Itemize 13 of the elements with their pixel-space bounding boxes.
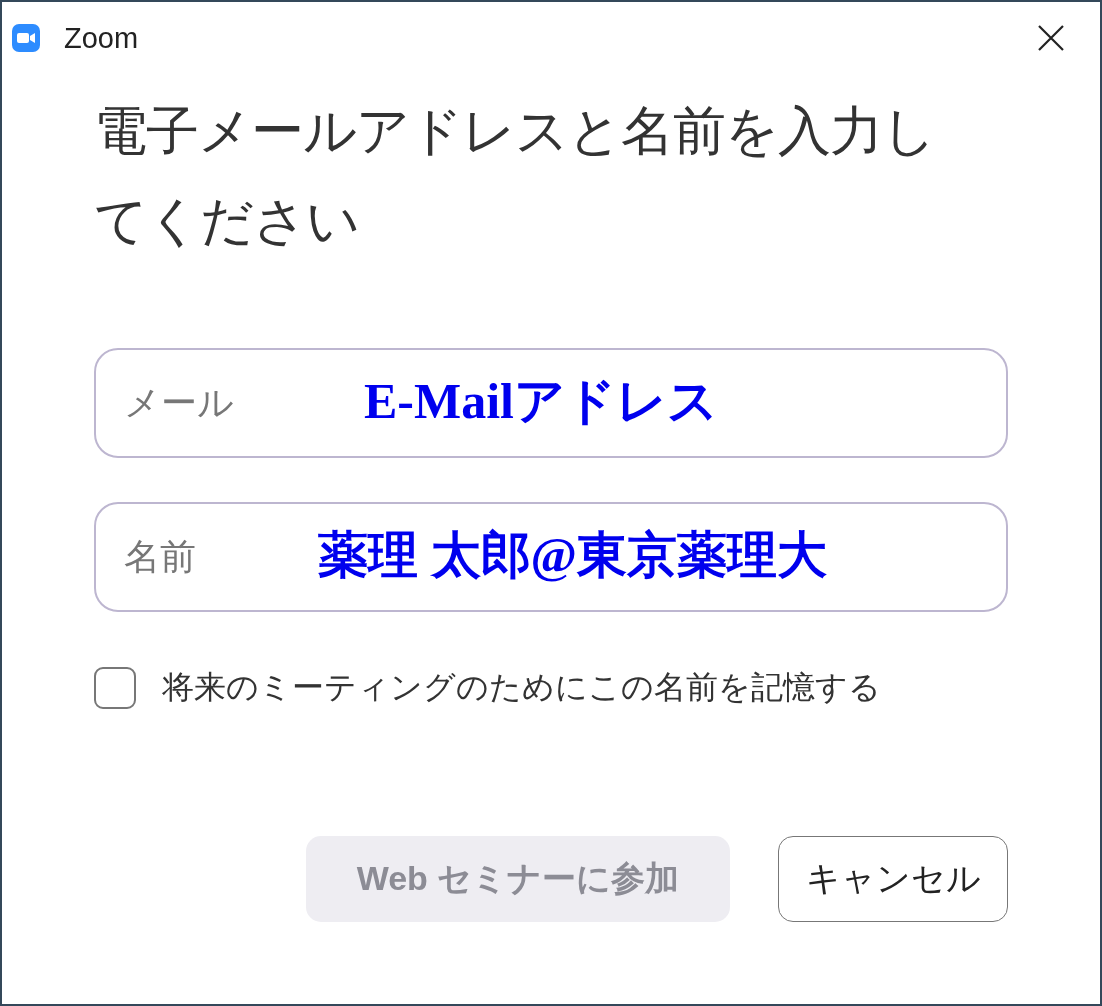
checkbox-label: 将来のミーティングのためにこの名前を記憶する — [162, 668, 881, 707]
input-field[interactable]: メール E-Mailアドレス — [94, 348, 1008, 458]
cancel-button[interactable]: キャンセル — [778, 836, 1008, 922]
window-title: Zoom — [64, 21, 139, 55]
video-camera-icon — [12, 24, 40, 52]
placeholder-text: メール — [124, 380, 234, 425]
checkbox[interactable] — [94, 667, 136, 709]
dialog-heading: 電子メールアドレスと名前を入力してください — [94, 100, 936, 252]
placeholder-text: 名前 — [124, 534, 196, 579]
close-icon[interactable] — [1038, 25, 1064, 51]
annotation-text: E-Mailアドレス — [364, 372, 718, 432]
annotation-text: 薬理 太郎@東京薬理大 — [318, 526, 827, 586]
input-field[interactable]: 名前 薬理 太郎@東京薬理大 — [94, 502, 1008, 612]
